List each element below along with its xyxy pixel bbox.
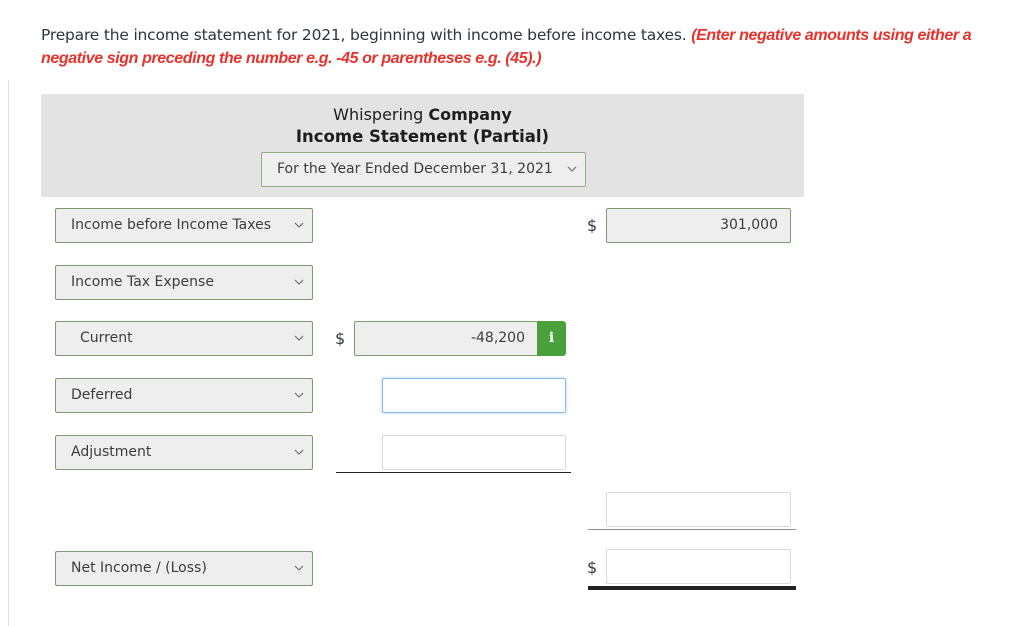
period-select-value: For the Year Ended December 31, 2021 [277,161,553,177]
underline-rule [336,472,571,473]
dollar-sign: $ [587,216,598,235]
net-income-input[interactable] [606,549,791,584]
row-label-select-deferred[interactable]: Deferred [55,378,313,413]
row-label-select-current[interactable]: Current [55,321,313,356]
income-before-taxes-input[interactable]: 301,000 [606,208,791,243]
row-label: Income before Income Taxes [71,217,272,233]
dollar-sign: $ [587,558,598,577]
total-tax-expense-input[interactable] [606,492,791,527]
deferred-tax-input[interactable] [382,378,566,413]
statement-header: Whispering Company Income Statement (Par… [41,94,804,197]
company-name-bold: Company [428,105,512,124]
left-divider [8,80,9,626]
statement-title: Income Statement (Partial) [295,127,550,146]
row-label-select-income-tax-expense[interactable]: Income Tax Expense [55,265,313,300]
instructions: Prepare the income statement for 2021, b… [41,24,1011,70]
chevron-down-icon [294,209,306,242]
double-underline-rule [588,586,796,590]
period-select[interactable]: For the Year Ended December 31, 2021 [261,152,586,187]
dollar-sign: $ [335,329,346,348]
current-tax-input[interactable]: -48,200 [354,321,538,356]
row-label: Current [80,330,133,346]
instruction-text: Prepare the income statement for 2021, b… [41,26,687,44]
row-label-select-net-income[interactable]: Net Income / (Loss) [55,551,313,586]
company-name: Whispering Company [41,104,804,126]
chevron-down-icon [294,379,306,412]
row-label: Deferred [71,387,133,403]
chevron-down-icon [294,322,306,355]
row-label: Income Tax Expense [71,274,214,290]
row-label-select-income-before-taxes[interactable]: Income before Income Taxes [55,208,313,243]
chevron-down-icon [294,552,306,585]
chevron-down-icon [294,266,306,299]
row-label: Net Income / (Loss) [71,560,207,576]
row-label-select-adjustment[interactable]: Adjustment [55,435,313,470]
subtotal-rule [588,529,796,530]
company-name-plain: Whispering [333,105,424,124]
info-icon[interactable]: i [537,321,566,356]
adjustment-input[interactable] [382,435,566,470]
chevron-down-icon [294,436,306,469]
row-label: Adjustment [71,444,152,460]
chevron-down-icon [567,153,579,186]
